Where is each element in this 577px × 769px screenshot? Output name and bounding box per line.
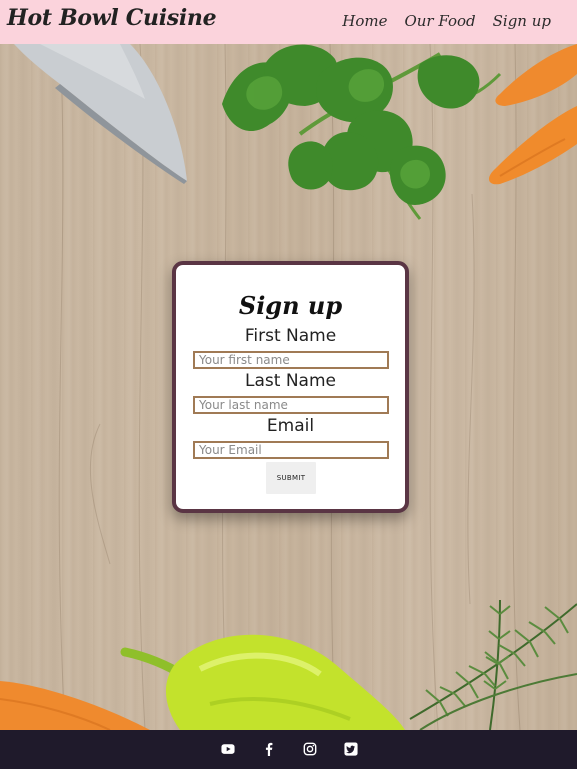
- instagram-icon[interactable]: [303, 742, 317, 756]
- brand-logo[interactable]: Hot Bowl Cuisine: [7, 5, 217, 31]
- email-label: Email: [266, 416, 315, 436]
- green-pepper: [120, 634, 405, 730]
- last-name-label: Last Name: [245, 371, 336, 391]
- carrot-bottom: [0, 681, 150, 730]
- facebook-icon[interactable]: [262, 742, 276, 756]
- email-input[interactable]: [193, 441, 389, 459]
- site-footer: [0, 730, 577, 769]
- nav-our-food[interactable]: Our Food: [404, 12, 475, 30]
- knife: [14, 44, 187, 184]
- nav-home[interactable]: Home: [342, 12, 387, 30]
- youtube-icon[interactable]: [221, 742, 235, 756]
- first-name-input[interactable]: [193, 351, 389, 369]
- submit-button[interactable]: SUBMIT: [266, 462, 316, 494]
- carrots-top: [488, 44, 577, 185]
- social-links: [221, 742, 358, 756]
- site-header: Hot Bowl Cuisine Home Our Food Sign up: [0, 0, 577, 44]
- last-name-input[interactable]: [193, 396, 389, 414]
- signup-form-card: Sign up First Name Last Name Email SUBMI…: [172, 261, 409, 513]
- rosemary: [409, 599, 577, 730]
- form-title: Sign up: [238, 291, 343, 320]
- parsley: [222, 44, 502, 220]
- twitter-icon[interactable]: [344, 742, 358, 756]
- main-nav: Home Our Food Sign up: [342, 12, 551, 30]
- nav-sign-up[interactable]: Sign up: [493, 12, 551, 30]
- first-name-label: First Name: [244, 326, 337, 346]
